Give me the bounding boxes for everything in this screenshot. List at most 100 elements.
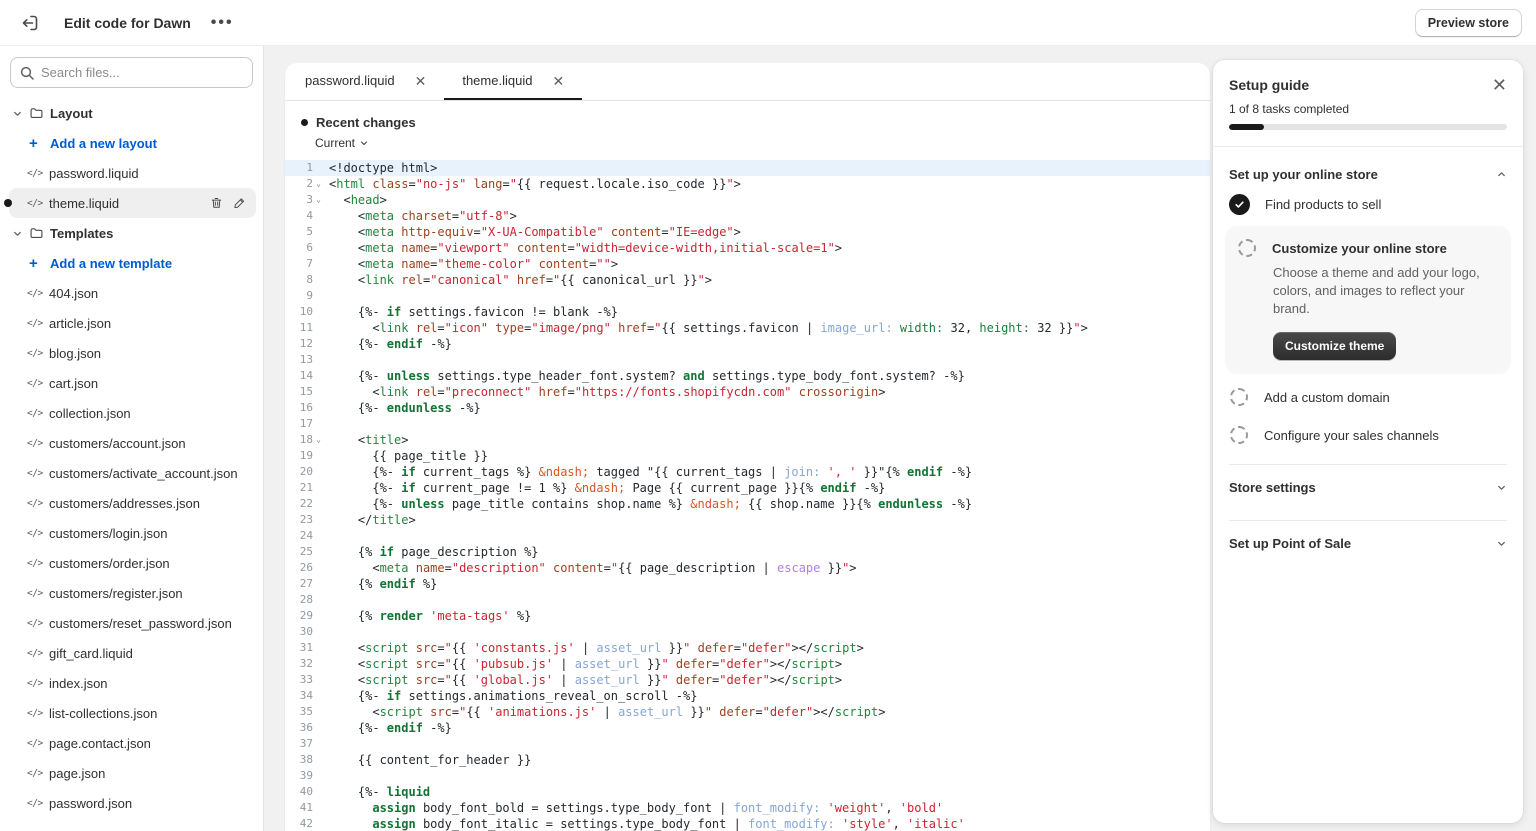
code-line[interactable]: 30	[285, 624, 1210, 640]
delete-file-button[interactable]	[210, 196, 223, 210]
fold-toggle-icon[interactable]: ⌄	[313, 176, 324, 192]
code-line[interactable]: 1<!doctype html>	[285, 160, 1210, 176]
setup-section-collapsed[interactable]: Store settings	[1229, 464, 1507, 510]
add-new-link[interactable]: + Add a new template	[0, 248, 263, 278]
code-line-content: {%- endif -%}	[324, 720, 452, 736]
more-menu-button[interactable]: •••	[205, 8, 240, 38]
folder-row[interactable]: Templates	[0, 218, 263, 248]
code-line[interactable]: 3⌄ <head>	[285, 192, 1210, 208]
code-line[interactable]: 39	[285, 768, 1210, 784]
code-line[interactable]: 15 <link rel="preconnect" href="https://…	[285, 384, 1210, 400]
close-tab-icon[interactable]: ✕	[552, 74, 564, 88]
code-line[interactable]: 21 {%- if current_page != 1 %} &ndash; P…	[285, 480, 1210, 496]
code-line[interactable]: 27 {% endif %}	[285, 576, 1210, 592]
search-files-input[interactable]	[41, 65, 244, 80]
file-row[interactable]: </> customers/account.json	[0, 428, 263, 458]
code-line[interactable]: 28	[285, 592, 1210, 608]
code-line[interactable]: 41 assign body_font_bold = settings.type…	[285, 800, 1210, 816]
setup-section-collapsed[interactable]: Set up Point of Sale	[1229, 520, 1507, 566]
file-row[interactable]: </> theme.liquid	[9, 188, 256, 218]
code-line[interactable]: 6 <meta name="viewport" content="width=d…	[285, 240, 1210, 256]
code-line[interactable]: 25 {% if page_description %}	[285, 544, 1210, 560]
tab-theme.liquid[interactable]: theme.liquid ✕	[444, 63, 582, 100]
preview-store-button[interactable]: Preview store	[1415, 9, 1522, 37]
code-line[interactable]: 37	[285, 736, 1210, 752]
task-row[interactable]: Add a custom domain	[1229, 378, 1507, 416]
task-card[interactable]: Customize your online store Choose a the…	[1225, 226, 1511, 374]
task-row[interactable]: Find products to sell	[1229, 185, 1507, 224]
code-line[interactable]: 26 <meta name="description" content="{{ …	[285, 560, 1210, 576]
code-line[interactable]: 34 {%- if settings.animations_reveal_on_…	[285, 688, 1210, 704]
code-line[interactable]: 18⌄ <title>	[285, 432, 1210, 448]
file-row[interactable]: </> list-collections.json	[0, 698, 263, 728]
code-line[interactable]: 23 </title>	[285, 512, 1210, 528]
task-row[interactable]: Configure your sales channels	[1229, 416, 1507, 454]
code-line[interactable]: 22 {%- unless page_title contains shop.n…	[285, 496, 1210, 512]
tab-password.liquid[interactable]: password.liquid ✕	[287, 63, 444, 100]
line-number: 27	[285, 576, 313, 592]
fold-gutter	[313, 768, 324, 784]
file-row[interactable]: </> 404.json	[0, 278, 263, 308]
code-line[interactable]: 11 <link rel="icon" type="image/png" hre…	[285, 320, 1210, 336]
fold-toggle-icon[interactable]: ⌄	[313, 192, 324, 208]
file-row[interactable]: </> customers/addresses.json	[0, 488, 263, 518]
fold-toggle-icon[interactable]: ⌄	[313, 432, 324, 448]
code-line[interactable]: 2⌄<html class="no-js" lang="{{ request.l…	[285, 176, 1210, 192]
file-row[interactable]: </> index.json	[0, 668, 263, 698]
exit-button[interactable]	[14, 7, 46, 39]
fold-gutter	[313, 816, 324, 831]
version-selector[interactable]: Current	[315, 134, 369, 152]
file-row[interactable]: </> customers/login.json	[0, 518, 263, 548]
code-line[interactable]: 38 {{ content_for_header }}	[285, 752, 1210, 768]
line-number: 22	[285, 496, 313, 512]
code-line[interactable]: 20 {%- if current_tags %} &ndash; tagged…	[285, 464, 1210, 480]
file-row[interactable]: </> password.liquid	[0, 158, 263, 188]
code-line[interactable]: 42 assign body_font_italic = settings.ty…	[285, 816, 1210, 831]
code-token: <	[329, 641, 365, 655]
code-line[interactable]: 35 <script src="{{ 'animations.js' | ass…	[285, 704, 1210, 720]
fold-gutter	[313, 608, 324, 624]
folder-row[interactable]: Layout	[0, 98, 263, 128]
code-line[interactable]: 17	[285, 416, 1210, 432]
code-token: "defer"	[763, 705, 814, 719]
add-new-link[interactable]: + Add a new layout	[0, 128, 263, 158]
file-row[interactable]: </> gift_card.liquid	[0, 638, 263, 668]
code-line[interactable]: 5 <meta http-equiv="X-UA-Compatible" con…	[285, 224, 1210, 240]
file-row[interactable]: </> customers/reset_password.json	[0, 608, 263, 638]
code-line[interactable]: 19 {{ page_title }}	[285, 448, 1210, 464]
file-row[interactable]: </> page.contact.json	[0, 728, 263, 758]
code-line[interactable]: 31 <script src="{{ 'constants.js' | asse…	[285, 640, 1210, 656]
file-row[interactable]: </> article.json	[0, 308, 263, 338]
code-line[interactable]: 14 {%- unless settings.type_header_font.…	[285, 368, 1210, 384]
setup-section-header[interactable]: Set up your online store	[1229, 163, 1507, 185]
code-line[interactable]: 32 <script src="{{ 'pubsub.js' | asset_u…	[285, 656, 1210, 672]
close-setup-guide-button[interactable]: ✕	[1492, 76, 1507, 94]
code-line[interactable]: 16 {%- endunless -%}	[285, 400, 1210, 416]
line-number: 31	[285, 640, 313, 656]
file-row[interactable]: </> blog.json	[0, 338, 263, 368]
code-token: "width=device-width,initial-scale=1"	[575, 241, 835, 255]
file-row[interactable]: </> page.json	[0, 758, 263, 788]
code-line[interactable]: 29 {% render 'meta-tags' %}	[285, 608, 1210, 624]
file-row[interactable]: </> cart.json	[0, 368, 263, 398]
file-row[interactable]: </> collection.json	[0, 398, 263, 428]
code-line[interactable]: 36 {%- endif -%}	[285, 720, 1210, 736]
close-tab-icon[interactable]: ✕	[415, 74, 427, 88]
file-row[interactable]: </> password.json	[0, 788, 263, 818]
code-line[interactable]: 9	[285, 288, 1210, 304]
code-line[interactable]: 10 {%- if settings.favicon != blank -%}	[285, 304, 1210, 320]
code-line[interactable]: 24	[285, 528, 1210, 544]
code-line[interactable]: 12 {%- endif -%}	[285, 336, 1210, 352]
code-line[interactable]: 8 <link rel="canonical" href="{{ canonic…	[285, 272, 1210, 288]
file-row[interactable]: </> customers/activate_account.json	[0, 458, 263, 488]
customize-theme-button[interactable]: Customize theme	[1273, 332, 1396, 360]
code-line[interactable]: 33 <script src="{{ 'global.js' | asset_u…	[285, 672, 1210, 688]
code-line[interactable]: 4 <meta charset="utf-8">	[285, 208, 1210, 224]
file-row[interactable]: </> customers/order.json	[0, 548, 263, 578]
file-row[interactable]: </> customers/register.json	[0, 578, 263, 608]
code-area[interactable]: 1<!doctype html>2⌄<html class="no-js" la…	[285, 160, 1210, 831]
code-line[interactable]: 13	[285, 352, 1210, 368]
code-line[interactable]: 7 <meta name="theme-color" content="">	[285, 256, 1210, 272]
code-line[interactable]: 40 {%- liquid	[285, 784, 1210, 800]
rename-file-button[interactable]	[233, 196, 246, 210]
